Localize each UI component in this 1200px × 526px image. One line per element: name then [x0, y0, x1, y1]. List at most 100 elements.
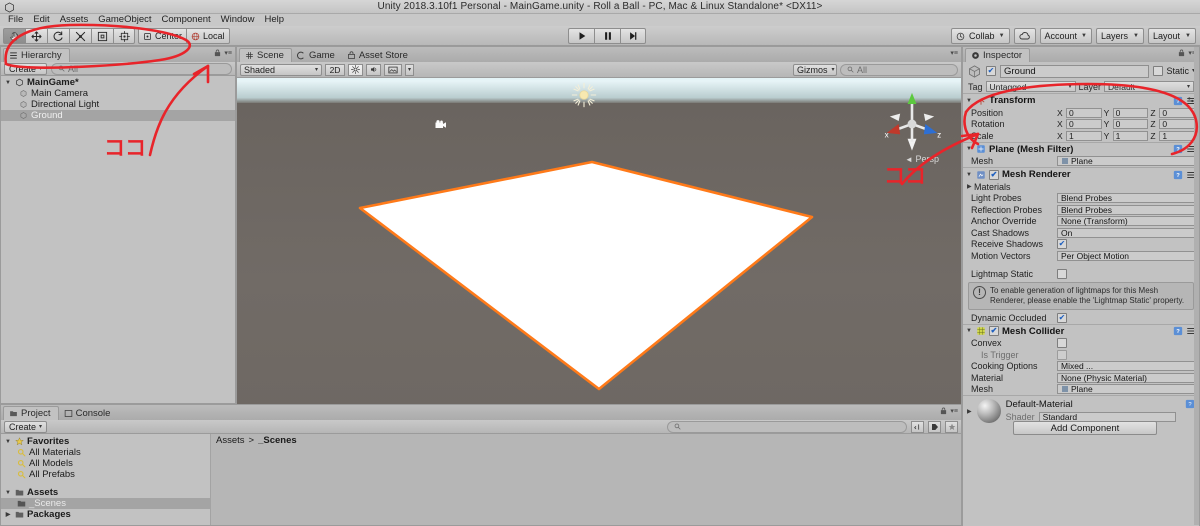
- menu-component[interactable]: Component: [157, 14, 216, 26]
- cast-shadows-dropdown[interactable]: On: [1057, 227, 1195, 238]
- menu-edit[interactable]: Edit: [28, 14, 54, 26]
- rotation-y-input[interactable]: 0: [1112, 119, 1149, 130]
- scene-orientation-gizmo[interactable]: x z: [875, 84, 949, 158]
- project-tree-all-materials[interactable]: All Materials: [1, 447, 210, 458]
- scene-foldout-icon[interactable]: ▼: [4, 80, 12, 86]
- account-button[interactable]: Account ▼: [1039, 28, 1092, 44]
- scene-viewport[interactable]: Shaded ▾ 2D ▾ Gizmos ▾ All x z ◄ Persp: [237, 62, 961, 418]
- assets-foldout-icon[interactable]: ▼: [4, 490, 12, 496]
- tab-project[interactable]: Project: [3, 406, 59, 420]
- scene-search-input[interactable]: All: [840, 63, 958, 76]
- toggle-audio-button[interactable]: [366, 63, 381, 76]
- project-tree-assets[interactable]: ▼ Assets: [1, 487, 210, 498]
- static-checkbox[interactable]: [1153, 66, 1164, 76]
- project-create-button[interactable]: Create ▾: [4, 420, 48, 433]
- lightmap-static-checkbox[interactable]: [1057, 269, 1067, 280]
- tag-dropdown[interactable]: Untagged ▾: [985, 81, 1076, 92]
- scale-y-input[interactable]: 1: [1112, 130, 1149, 141]
- hierarchy-item-directional-light[interactable]: Directional Light: [1, 99, 235, 110]
- menu-gameobject[interactable]: GameObject: [93, 14, 156, 26]
- position-vector3[interactable]: X 0 Y 0 Z 0: [1057, 107, 1196, 118]
- project-tree-all-prefabs[interactable]: All Prefabs: [1, 469, 210, 480]
- layout-button[interactable]: Layout ▼: [1148, 28, 1196, 44]
- menu-help[interactable]: Help: [259, 14, 289, 26]
- position-x-input[interactable]: 0: [1066, 107, 1102, 118]
- step-button[interactable]: [620, 28, 646, 44]
- favorites-foldout-icon[interactable]: ▼: [4, 439, 12, 445]
- object-name-field[interactable]: Ground: [1000, 64, 1150, 78]
- help-icon[interactable]: ?: [1173, 170, 1183, 180]
- menu-file[interactable]: File: [3, 14, 28, 26]
- help-icon[interactable]: ?: [1173, 96, 1183, 106]
- layer-dropdown[interactable]: Default ▾: [1104, 81, 1194, 92]
- rotation-vector3[interactable]: X 0 Y 0 Z 0: [1057, 119, 1196, 130]
- reflection-probes-dropdown[interactable]: Blend Probes: [1057, 204, 1195, 215]
- main-camera-gizmo-icon[interactable]: [434, 119, 450, 131]
- rotate-tool-button[interactable]: [47, 28, 69, 44]
- fx-caret-button[interactable]: ▾: [405, 63, 414, 76]
- project-tree-all-models[interactable]: All Models: [1, 458, 210, 469]
- mesh-filter-mesh-field[interactable]: Plane: [1057, 156, 1195, 167]
- tab-game[interactable]: Game: [292, 48, 342, 62]
- ground-plane-selection[interactable]: [237, 62, 961, 418]
- object-enabled-checkbox[interactable]: [986, 66, 996, 76]
- tab-hierarchy[interactable]: Hierarchy: [3, 48, 70, 62]
- tab-console[interactable]: Console: [59, 406, 118, 420]
- mesh-filter-foldout-icon[interactable]: ▼: [966, 146, 973, 152]
- position-y-input[interactable]: 0: [1112, 107, 1149, 118]
- hand-tool-button[interactable]: [3, 28, 25, 44]
- scale-vector3[interactable]: X 1 Y 1 Z 1: [1057, 130, 1196, 141]
- directional-light-gizmo-icon[interactable]: [571, 82, 597, 108]
- toggle-fx-button[interactable]: [384, 63, 402, 76]
- add-component-button[interactable]: Add Component: [1013, 421, 1157, 435]
- scene-menu-icon[interactable]: ▾≡: [950, 49, 958, 57]
- draw-mode-dropdown[interactable]: Shaded ▾: [240, 63, 322, 76]
- scale-x-input[interactable]: 1: [1066, 130, 1102, 141]
- mesh-renderer-enabled-checkbox[interactable]: [989, 169, 999, 180]
- toggle-lighting-button[interactable]: [348, 63, 363, 76]
- favorite-filter-button[interactable]: [945, 420, 958, 433]
- transform-foldout-icon[interactable]: ▼: [966, 98, 973, 104]
- label-filter-button[interactable]: [928, 420, 941, 433]
- mesh-collider-header[interactable]: ▼ Mesh Collider ?: [963, 325, 1199, 338]
- gizmos-dropdown[interactable]: Gizmos ▾: [793, 63, 837, 76]
- packages-foldout-icon[interactable]: ▶: [4, 511, 12, 518]
- collider-material-field[interactable]: None (Physic Material): [1057, 372, 1195, 383]
- move-tool-button[interactable]: [25, 28, 47, 44]
- mesh-renderer-foldout-icon[interactable]: ▼: [966, 172, 973, 178]
- scale-z-input[interactable]: 1: [1159, 130, 1196, 141]
- materials-foldout-icon[interactable]: ▶: [967, 183, 974, 190]
- transform-tool-button[interactable]: [113, 28, 135, 44]
- project-tree-scenes[interactable]: _Scenes: [1, 498, 210, 509]
- help-icon[interactable]: ?: [1173, 326, 1183, 336]
- inspector-scrollbar[interactable]: [1194, 47, 1199, 525]
- mesh-collider-foldout-icon[interactable]: ▼: [966, 328, 973, 334]
- hierarchy-item-ground[interactable]: Ground: [1, 110, 235, 121]
- toggle-2d-button[interactable]: 2D: [325, 63, 345, 76]
- project-tree-packages[interactable]: ▶ Packages: [1, 509, 210, 520]
- tab-inspector[interactable]: Inspector: [965, 48, 1031, 62]
- project-search-input[interactable]: [667, 420, 907, 433]
- hierarchy-item-main-camera[interactable]: Main Camera: [1, 88, 235, 99]
- transform-header[interactable]: ▼ Transform ?: [963, 94, 1199, 107]
- tab-asset-store[interactable]: Asset Store: [342, 48, 415, 62]
- rect-tool-button[interactable]: [91, 28, 113, 44]
- receive-shadows-checkbox[interactable]: [1057, 239, 1067, 250]
- mesh-renderer-header[interactable]: ▼ Mesh Renderer ?: [963, 168, 1199, 181]
- rotation-x-input[interactable]: 0: [1066, 119, 1102, 130]
- collab-button[interactable]: Collab ▼: [951, 28, 1010, 44]
- breadcrumb-scenes[interactable]: _Scenes: [258, 435, 297, 446]
- motion-vectors-dropdown[interactable]: Per Object Motion: [1057, 250, 1195, 261]
- position-z-input[interactable]: 0: [1159, 107, 1196, 118]
- material-foldout-icon[interactable]: ▶: [967, 408, 972, 415]
- scale-tool-button[interactable]: [69, 28, 91, 44]
- hierarchy-menu-icon[interactable]: ▾≡: [224, 49, 232, 57]
- lock-icon[interactable]: [1178, 49, 1185, 57]
- materials-foldout-row[interactable]: ▶ Materials: [963, 181, 1199, 193]
- hierarchy-search-input[interactable]: All: [51, 62, 232, 75]
- project-tree-favorites[interactable]: ▼ Favorites: [1, 436, 210, 447]
- dynamic-occluded-checkbox[interactable]: [1057, 312, 1067, 323]
- anchor-override-field[interactable]: None (Transform): [1057, 216, 1195, 227]
- menu-assets[interactable]: Assets: [55, 14, 94, 26]
- pivot-mode-button[interactable]: Center: [138, 28, 187, 44]
